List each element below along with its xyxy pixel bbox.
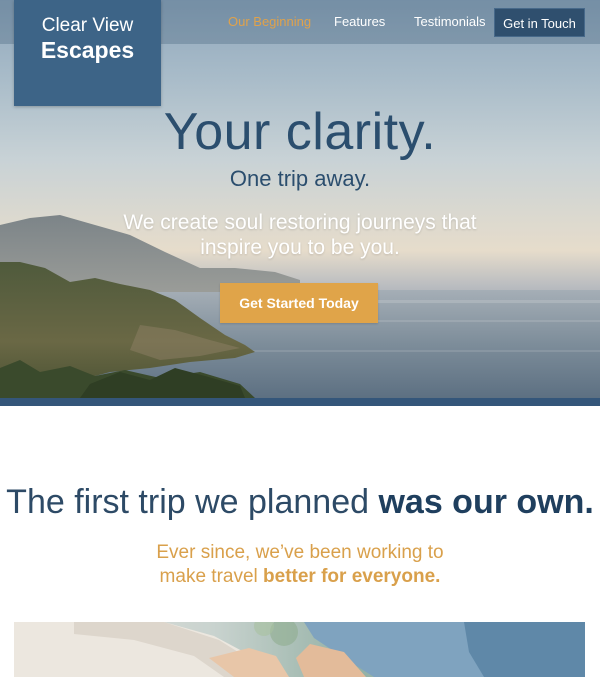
hero-description: We create soul restoring journeys that i… bbox=[123, 211, 477, 259]
hero-subtitle: One trip away. bbox=[229, 166, 371, 191]
hero-divider bbox=[0, 398, 600, 406]
get-in-touch-button[interactable]: Get in Touch bbox=[494, 8, 585, 37]
nav-link-testimonials[interactable]: Testimonials bbox=[414, 14, 486, 30]
logo-line-2: Escapes bbox=[40, 37, 135, 63]
nav-link-features[interactable]: Features bbox=[334, 14, 385, 30]
get-started-button[interactable]: Get Started Today bbox=[220, 283, 378, 323]
couple-photo bbox=[14, 622, 585, 677]
hero-section: Clear View Escapes Our Beginning Feature… bbox=[0, 0, 600, 398]
story-subheading: Ever since, we’ve been working to make t… bbox=[0, 541, 600, 589]
nav-link-our-beginning[interactable]: Our Beginning bbox=[228, 14, 311, 30]
story-heading-light: The first trip we planned bbox=[6, 483, 370, 521]
brand-logo[interactable]: Clear View Escapes bbox=[14, 0, 161, 106]
story-heading-strong: was our own. bbox=[378, 483, 594, 521]
story-sub-line-2-strong: better for everyone. bbox=[263, 566, 441, 587]
couple-photo-image bbox=[14, 622, 585, 677]
logo-line-1: Clear View bbox=[41, 15, 134, 36]
story-sub-line-2-light: make travel bbox=[159, 566, 258, 587]
story-heading: The first trip we planned was our own. bbox=[0, 480, 600, 524]
story-sub-line-1: Ever since, we’ve been working to bbox=[156, 542, 444, 563]
hero-title: Your clarity. bbox=[163, 103, 437, 161]
